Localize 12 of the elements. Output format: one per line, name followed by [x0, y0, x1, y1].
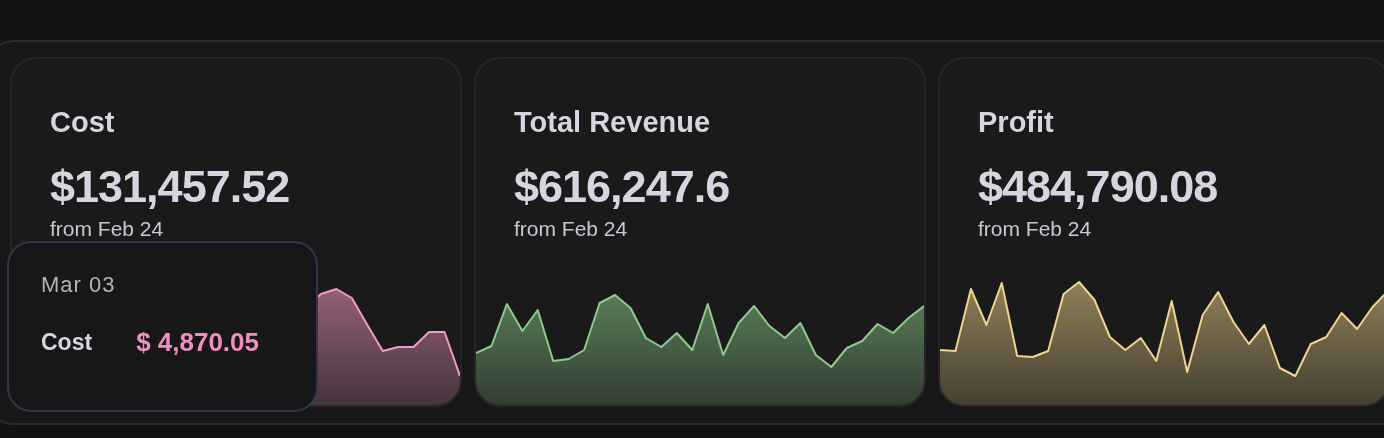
- tooltip-value: $ 4,870.05: [136, 327, 259, 357]
- card-value: $131,457.52: [50, 161, 290, 213]
- tooltip-label: Cost: [41, 328, 93, 356]
- card-title: Total Revenue: [514, 105, 711, 139]
- card-subtitle: from Feb 24: [978, 216, 1092, 242]
- card-subtitle: from Feb 24: [50, 216, 164, 242]
- tooltip-date: Mar 03: [41, 271, 117, 299]
- card-title: Profit: [978, 105, 1054, 139]
- card-value: $484,790.08: [978, 161, 1218, 213]
- card-title: Cost: [50, 105, 115, 139]
- card-subtitle: from Feb 24: [514, 216, 628, 242]
- card-value: $616,247.6: [514, 161, 730, 213]
